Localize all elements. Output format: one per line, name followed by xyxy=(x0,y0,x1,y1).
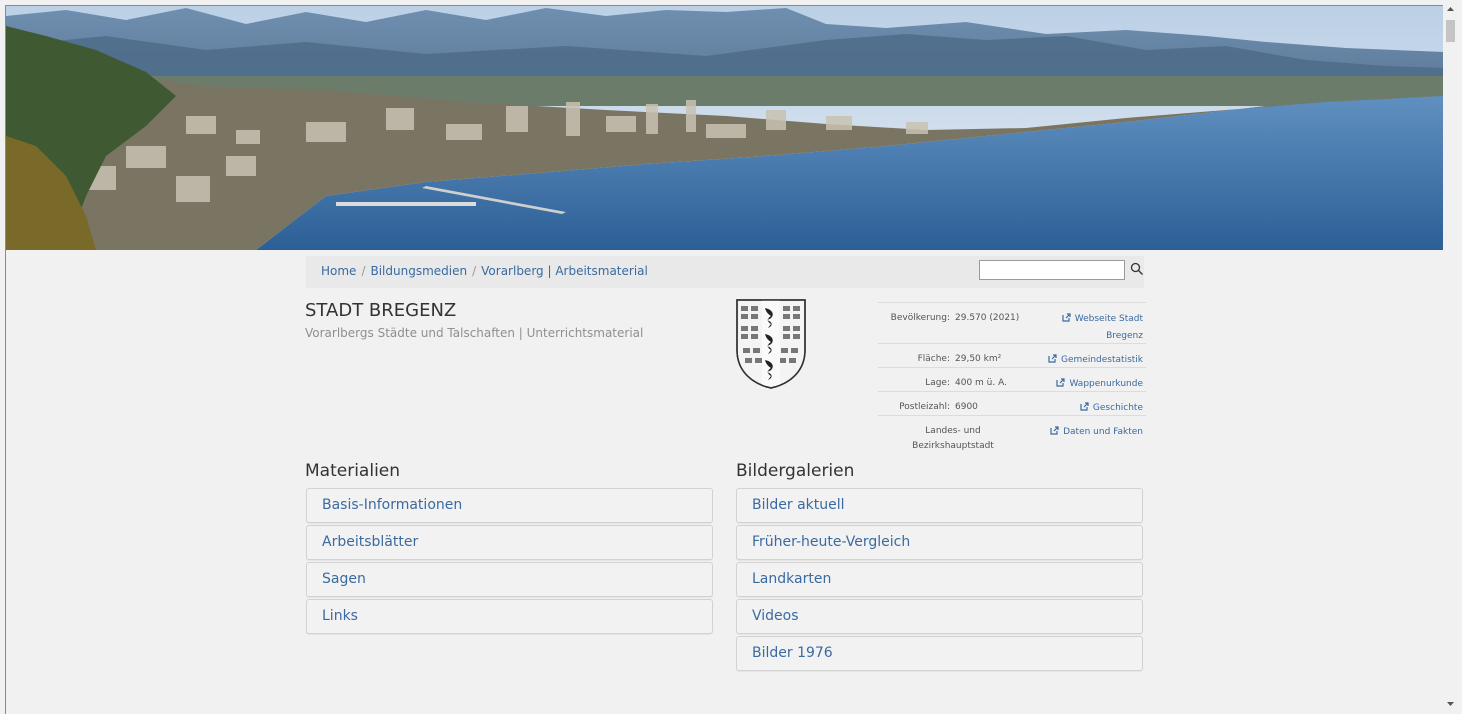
fact-row-capital: Landes- und Bezirkshauptstadt Daten und … xyxy=(878,415,1146,456)
list-item[interactable]: Links xyxy=(306,599,713,634)
fact-row-area: Fläche: 29,50 km² Gemeindestatistik xyxy=(878,343,1146,367)
vertical-scrollbar[interactable] xyxy=(1443,0,1462,713)
bildergalerien-heading: Bildergalerien xyxy=(736,461,855,481)
list-item[interactable]: Basis-Informationen xyxy=(306,488,713,523)
hero-panorama-image xyxy=(6,6,1444,250)
page-frame: Home / Bildungsmedien / Vorarlberg | Arbeits… xyxy=(5,5,1444,714)
fact-link-label: Geschichte xyxy=(1092,403,1143,413)
fact-label: Postleizahl: xyxy=(899,402,950,412)
link-webseite-stadt-bregenz[interactable]: Webseite Stadt Bregenz xyxy=(1033,311,1143,345)
breadcrumb-bildungsmedien[interactable]: Bildungsmedien xyxy=(370,264,467,278)
materialien-list: Basis-Informationen Arbeitsblätter Sagen… xyxy=(306,488,713,636)
search-icon[interactable] xyxy=(1130,262,1144,276)
scrollbar-thumb[interactable] xyxy=(1446,20,1455,42)
fact-link-label: Wappenurkunde xyxy=(1069,379,1143,389)
external-link-icon xyxy=(1062,313,1071,322)
scroll-down-arrow-icon[interactable] xyxy=(1446,699,1455,708)
fact-value: 400 m ü. A. xyxy=(955,378,1007,388)
fact-link-label: Webseite Stadt Bregenz xyxy=(1074,314,1143,341)
list-item[interactable]: Arbeitsblätter xyxy=(306,525,713,560)
fact-value: 29.570 (2021) xyxy=(955,313,1020,323)
fact-link-label: Gemeindestatistik xyxy=(1061,355,1143,365)
scroll-up-arrow-icon[interactable] xyxy=(1446,5,1455,14)
facts-table: Bevölkerung: 29.570 (2021) Webseite Stad… xyxy=(878,302,1146,456)
fact-row-elevation: Lage: 400 m ü. A. Wappenurkunde xyxy=(878,367,1146,391)
page-title: STADT BREGENZ xyxy=(305,300,457,321)
bregenz-coat-of-arms xyxy=(736,299,806,389)
list-item[interactable]: Videos xyxy=(736,599,1143,634)
fact-label: Lage: xyxy=(925,378,950,388)
fact-label: Fläche: xyxy=(917,354,950,364)
external-link-icon xyxy=(1048,354,1057,363)
search-input[interactable] xyxy=(979,260,1125,280)
breadcrumb-bar: Home / Bildungsmedien / Vorarlberg | Arbeits… xyxy=(306,256,1144,288)
breadcrumb-separator: / xyxy=(472,264,477,278)
list-item[interactable]: Bilder 1976 xyxy=(736,636,1143,671)
list-item[interactable]: Bilder aktuell xyxy=(736,488,1143,523)
breadcrumb-home[interactable]: Home xyxy=(321,264,356,278)
page-subtitle: Vorarlbergs Städte und Talschaften | Unt… xyxy=(305,326,644,340)
breadcrumb: Home / Bildungsmedien / Vorarlberg | Arbeits… xyxy=(321,264,648,278)
fact-value: 6900 xyxy=(955,402,978,412)
fact-row-postcode: Postleizahl: 6900 Geschichte xyxy=(878,391,1146,415)
fact-label: Landes- und Bezirkshauptstadt xyxy=(912,426,994,451)
external-link-icon xyxy=(1080,402,1089,411)
fact-label: Bevölkerung: xyxy=(890,313,950,323)
list-item[interactable]: Landkarten xyxy=(736,562,1143,597)
breadcrumb-separator: / xyxy=(361,264,366,278)
list-item[interactable]: Früher-heute-Vergleich xyxy=(736,525,1143,560)
list-item[interactable]: Sagen xyxy=(306,562,713,597)
materialien-heading: Materialien xyxy=(305,461,401,481)
link-daten-und-fakten[interactable]: Daten und Fakten xyxy=(1033,424,1143,441)
external-link-icon xyxy=(1050,426,1059,435)
bildergalerien-list: Bilder aktuell Früher-heute-Vergleich La… xyxy=(736,488,1143,673)
fact-link-label: Daten und Fakten xyxy=(1063,427,1143,437)
breadcrumb-current[interactable]: Vorarlberg | Arbeitsmaterial xyxy=(481,264,648,278)
external-link-icon xyxy=(1056,378,1066,387)
fact-row-population: Bevölkerung: 29.570 (2021) Webseite Stad… xyxy=(878,302,1146,343)
